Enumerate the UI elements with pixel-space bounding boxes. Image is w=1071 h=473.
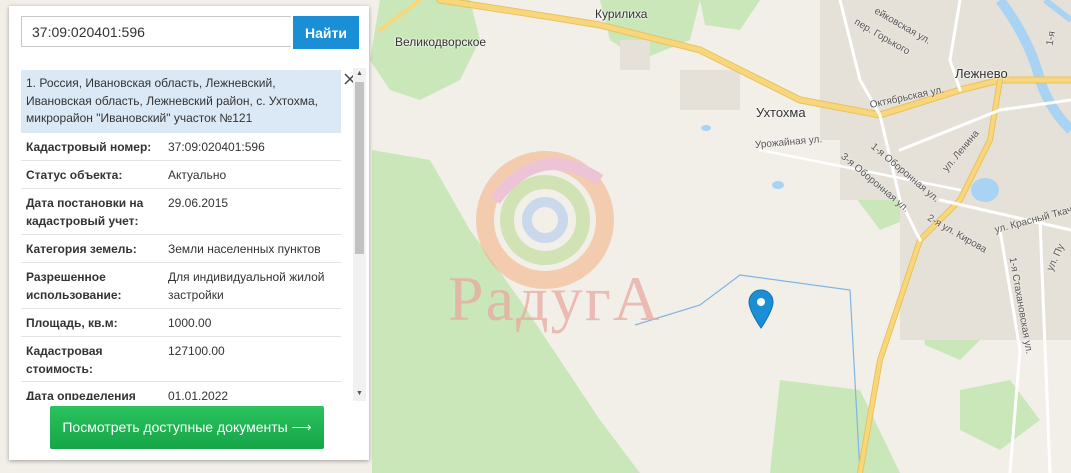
row-key: Площадь, кв.м: [26, 316, 118, 330]
table-row: Дата определения 01.01.2022 [21, 382, 341, 400]
table-row: Дата постановки на кадастровый учет: 29.… [21, 189, 341, 235]
row-key: Разрешенное использование: [26, 270, 122, 302]
row-value: 127100.00 [168, 344, 225, 358]
row-value: Актуально [168, 168, 227, 182]
place-kurilikha: Курилиха [595, 7, 648, 21]
scroll-up-arrow-icon[interactable]: ▲ [356, 70, 363, 77]
row-value: Земли населенных пунктов [168, 242, 321, 256]
view-documents-button[interactable]: Посмотреть доступные документы ⟶ [50, 406, 324, 449]
row-value: 01.01.2022 [168, 389, 229, 400]
table-row: Разрешенное использование: Для индивидуа… [21, 263, 341, 309]
table-row: Кадастровый номер: 37:09:020401:596 [21, 133, 341, 161]
info-panel: Найти 1. Россия, Ивановская область, Леж… [9, 6, 369, 460]
place-velikodvorskoe: Великодворское [395, 35, 487, 49]
property-table: Кадастровый номер: 37:09:020401:596 Стат… [21, 133, 341, 400]
cadastral-search-input[interactable] [21, 16, 291, 47]
row-value: 37:09:020401:596 [168, 140, 265, 154]
row-key: Статус объекта: [26, 168, 123, 182]
row-key: Категория земель: [26, 242, 137, 256]
row-value: 1000.00 [168, 316, 212, 330]
place-lezhnevo: Лежнево [955, 66, 1008, 81]
row-value: 29.06.2015 [168, 196, 229, 210]
row-key: Дата постановки на кадастровый учет: [26, 196, 144, 228]
row-value: Для индивидуальной жилой застройки [168, 270, 325, 302]
place-ukhtokhma: Ухтохма [756, 105, 806, 120]
row-key: Кадастровый номер: [26, 140, 152, 154]
row-key: Дата определения [26, 389, 136, 400]
location-marker-icon[interactable] [748, 289, 774, 329]
table-row: Площадь, кв.м: 1000.00 [21, 309, 341, 337]
watermark-text: РадугА [448, 263, 662, 334]
table-row: Категория земель: Земли населенных пункт… [21, 235, 341, 263]
search-button[interactable]: Найти [293, 16, 359, 49]
scroll-thumb[interactable] [355, 82, 364, 254]
table-row: Кадастровая стоимость: 127100.00 [21, 337, 341, 382]
result-card: 1. Россия, Ивановская область, Лежневски… [21, 68, 367, 400]
result-scrollbar[interactable]: ▲ ▼ [353, 68, 366, 401]
table-row: Статус объекта: Актуально [21, 161, 341, 189]
row-key: Кадастровая стоимость: [26, 344, 103, 376]
result-address: 1. Россия, Ивановская область, Лежневски… [21, 70, 341, 133]
scroll-down-arrow-icon[interactable]: ▼ [356, 390, 363, 397]
